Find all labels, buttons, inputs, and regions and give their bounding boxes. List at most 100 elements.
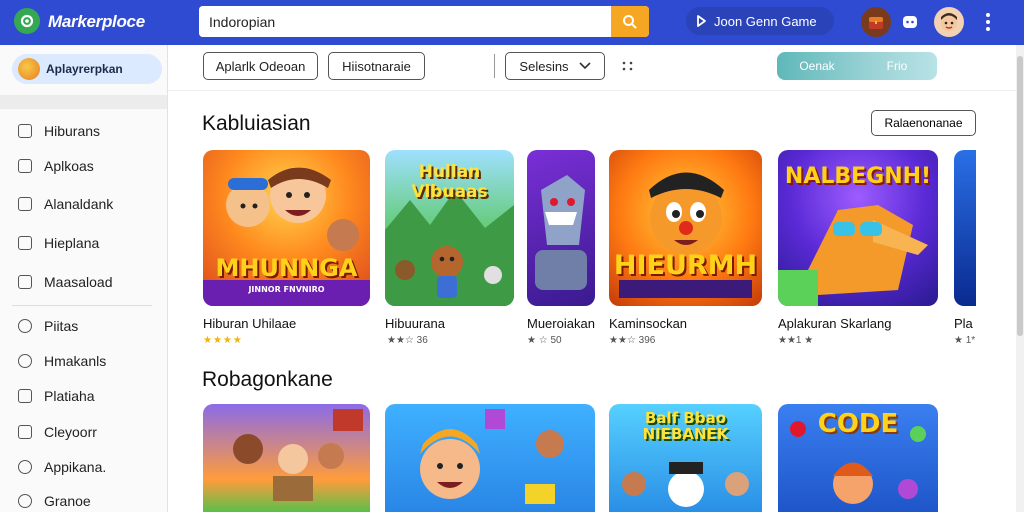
game-card-rating-4: ★★☆ 396: [609, 335, 656, 346]
filter-button-2[interactable]: Hiisotnaraie: [328, 52, 425, 80]
top-bar: Markerploce Joon Genn Game: [0, 0, 1024, 45]
game-art-1: [203, 167, 370, 306]
scrollbar-thumb[interactable]: [1017, 56, 1023, 336]
game-card-title-6[interactable]: Pla: [954, 316, 976, 331]
game-art-title-1: MHUNNGA: [215, 254, 358, 282]
search-icon: [623, 14, 637, 29]
header-divider: [168, 90, 1016, 91]
sort-dropdown-label: Selesins: [519, 58, 569, 74]
more-menu-icon[interactable]: [978, 11, 998, 33]
sidebar-item-cleyoorr[interactable]: Cleyoorr: [18, 421, 158, 443]
sidebar-item-piitas[interactable]: Piitas: [18, 315, 158, 337]
filter-separator: [494, 54, 495, 78]
game-art-8: [420, 409, 564, 504]
sidebar-item-hmakanls[interactable]: Hmakanls: [18, 350, 158, 372]
view-toggle[interactable]: Oenak Frio: [777, 52, 937, 80]
game-card-title-4[interactable]: Kaminsockan: [609, 316, 687, 331]
game-art-title-9: Balf Bbao NIEBANEK: [642, 409, 729, 443]
search-bar: [199, 6, 649, 37]
avatar: [18, 58, 40, 80]
game-art-4: [619, 172, 752, 298]
account-chip[interactable]: Aplayrerpkan: [12, 54, 162, 84]
see-more-button[interactable]: Ralaenonanae: [871, 110, 976, 136]
game-card-4[interactable]: HIEURMH: [609, 150, 762, 306]
puzzle-icon: [18, 389, 32, 403]
game-card-title-5[interactable]: Aplakuran Skarlang: [778, 316, 891, 331]
sidebar-item-label: Platiaha: [44, 388, 95, 404]
app-title[interactable]: Markerploce: [48, 12, 145, 32]
game-card-1[interactable]: MHUNNGA JINNOR FNVNIRO: [203, 150, 370, 306]
controller-icon[interactable]: [895, 7, 925, 37]
game-card-9[interactable]: Balf Bbao NIEBANEK: [609, 404, 762, 512]
sidebar-item-hiburans[interactable]: Hiburans: [18, 120, 158, 142]
map-icon: [18, 494, 32, 508]
sidebar-item-label: Alanaldank: [44, 196, 114, 212]
location-icon: [18, 460, 32, 474]
game-card-6[interactable]: [954, 150, 976, 306]
sidebar-divider-band: [0, 95, 167, 109]
sidebar-item-label: Hieplana: [44, 235, 100, 251]
open-game-button[interactable]: Joon Genn Game: [686, 7, 834, 35]
game-art-subtitle-1: JINNOR FNVNIRO: [248, 285, 325, 294]
section-title-2: Robagonkane: [202, 368, 333, 391]
sidebar-item-platiaha[interactable]: Platiaha: [18, 385, 158, 407]
apps-icon: [18, 159, 32, 173]
chat-icon: [18, 425, 32, 439]
game-card-3[interactable]: [527, 150, 595, 306]
section-title-1: Kabluiasian: [202, 112, 311, 135]
sidebar-item-hieplana[interactable]: Hieplana: [18, 232, 158, 254]
view-options-icon[interactable]: [620, 59, 636, 73]
sidebar-item-granoe[interactable]: Granoe: [18, 490, 158, 512]
play-icon: [18, 319, 32, 333]
sidebar: Aplayrerpkan Hiburans Aplkoas Alanaldank…: [0, 45, 168, 512]
sidebar-item-label: Cleyoorr: [44, 424, 97, 440]
user-avatar[interactable]: [934, 7, 964, 37]
game-card-8[interactable]: [385, 404, 595, 512]
sidebar-item-alanaldank[interactable]: Alanaldank: [18, 193, 158, 215]
game-card-rating-1: ★★★★: [203, 335, 243, 346]
bookmark-icon: [18, 197, 32, 211]
game-art-3: [535, 175, 587, 290]
sidebar-item-label: Maasaload: [44, 274, 113, 290]
sidebar-item-label: Appikana.: [44, 459, 107, 475]
sidebar-item-label: Aplkoas: [44, 158, 94, 174]
game-art-title-2: Hullan Vlbuaas: [411, 162, 488, 202]
treasure-icon[interactable]: [861, 7, 891, 37]
search-button[interactable]: [611, 6, 649, 37]
toggle-option-left[interactable]: Oenak: [777, 59, 857, 73]
sidebar-item-appikana[interactable]: Appikana.: [18, 456, 158, 478]
game-icon: [697, 15, 706, 27]
sidebar-item-label: Granoe: [44, 493, 91, 509]
game-card-rating-5: ★★1 ★: [778, 335, 814, 346]
game-art-7: [233, 409, 363, 501]
game-card-title-2[interactable]: Hibuurana: [385, 316, 445, 331]
game-art-title-5: NALBEGNH!: [784, 164, 932, 189]
sidebar-divider: [12, 305, 152, 306]
account-label: Aplayrerpkan: [46, 62, 123, 76]
sidebar-item-label: Hiburans: [44, 123, 101, 139]
game-card-5[interactable]: NALBEGNH!: [778, 150, 938, 306]
game-card-rating-6: ★ 1*: [954, 335, 976, 346]
sidebar-item-aplkoas[interactable]: Aplkoas: [18, 155, 158, 177]
gamepad-icon: [18, 236, 32, 250]
app-logo-icon[interactable]: [14, 8, 40, 34]
game-card-7[interactable]: [203, 404, 370, 512]
download-icon: [18, 275, 32, 289]
sidebar-item-label: Piitas: [44, 318, 79, 334]
sort-dropdown[interactable]: Selesins: [505, 52, 605, 80]
search-input[interactable]: [199, 6, 611, 37]
chevron-down-icon: [578, 62, 591, 70]
sidebar-item-maasaload[interactable]: Maasaload: [18, 271, 158, 293]
game-card-title-3[interactable]: Mueroiakan: [527, 316, 595, 331]
open-game-label: Joon Genn Game: [714, 13, 817, 29]
game-card-2[interactable]: Hullan Vlbuaas: [385, 150, 514, 306]
settings-icon: [18, 354, 32, 368]
filter-button-1[interactable]: Aplarlk Odeoan: [203, 52, 318, 80]
game-card-10[interactable]: CODE: [778, 404, 938, 512]
game-card-rating-2: ★★☆ 36: [387, 335, 428, 346]
sidebar-item-label: Hmakanls: [44, 353, 107, 369]
game-art-title-10: CODE: [817, 409, 899, 439]
game-art-title-4: HIEURMH: [613, 250, 758, 281]
game-card-title-1[interactable]: Hiburan Uhilaae: [203, 316, 296, 331]
toggle-option-right[interactable]: Frio: [857, 59, 937, 73]
